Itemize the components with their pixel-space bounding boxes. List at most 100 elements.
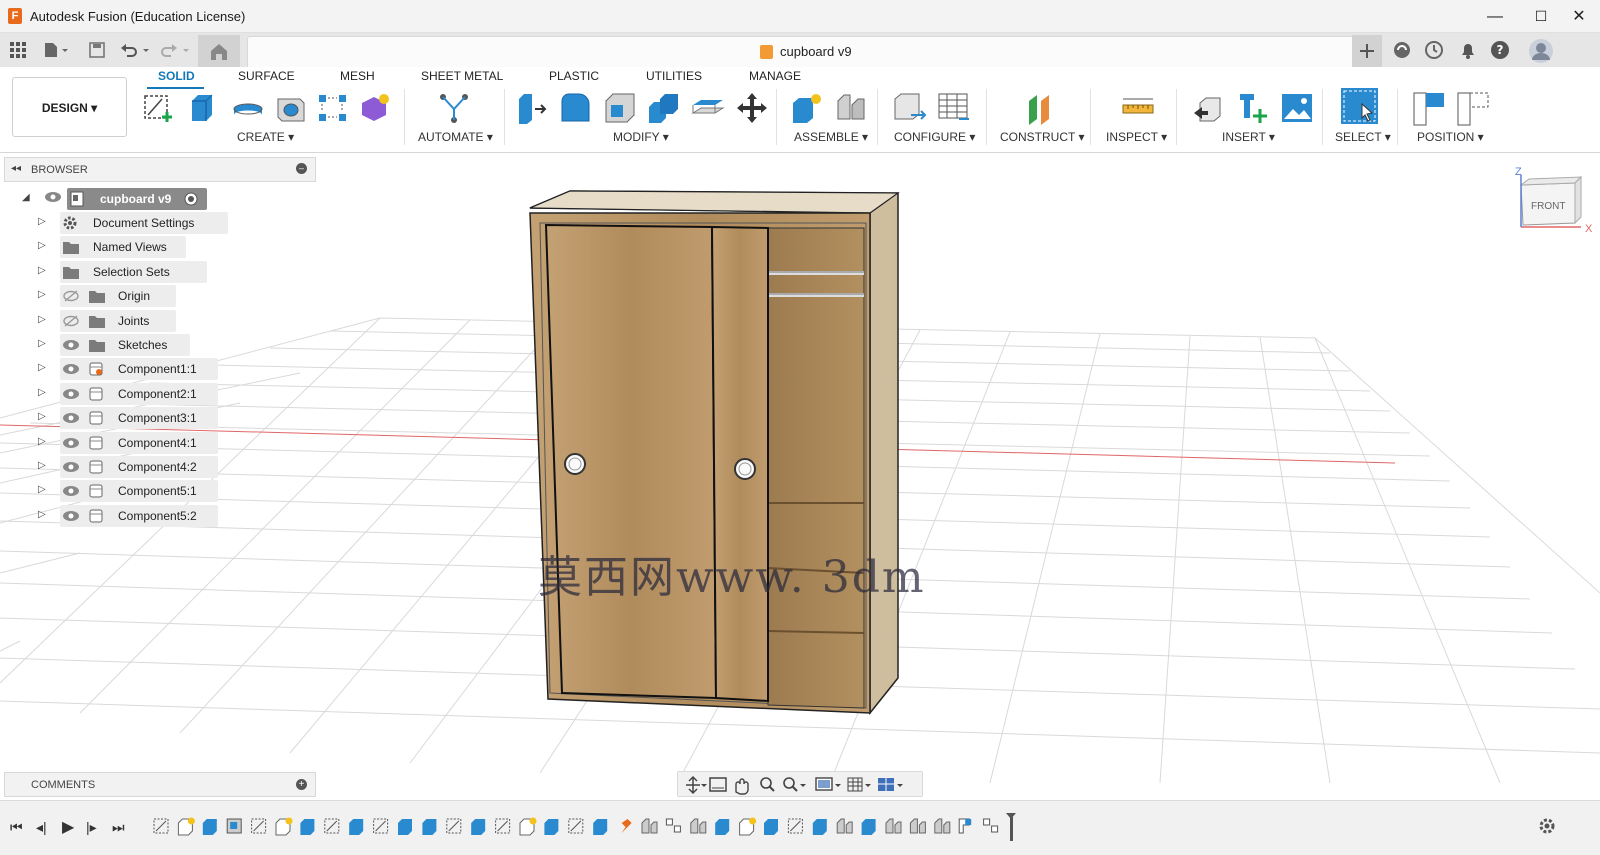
timeline-feature-component[interactable] [177, 817, 195, 836]
visibility-hidden-icon[interactable] [62, 314, 80, 331]
timeline-feature-sketch[interactable] [568, 818, 584, 834]
document-tab[interactable]: cupboard v9 ✕ [247, 36, 1379, 67]
save-icon[interactable] [89, 42, 105, 62]
timeline-settings-icon[interactable] [1538, 817, 1556, 840]
timeline-track[interactable] [150, 813, 1080, 841]
timeline-feature-pin[interactable] [621, 819, 632, 833]
timeline-feature-joint2[interactable] [665, 818, 681, 833]
add-comment-icon[interactable]: + [296, 779, 307, 790]
expand-triangle-icon[interactable]: ▷ [38, 216, 46, 227]
timeline-feature-component[interactable] [519, 817, 537, 836]
timeline-feature-extrude[interactable] [593, 819, 608, 835]
extensions-icon[interactable] [1390, 38, 1414, 62]
shell-icon[interactable] [603, 91, 635, 123]
timeline-feature-sketch[interactable] [373, 818, 389, 834]
collapse-triangle-icon[interactable]: ◢ [22, 192, 30, 203]
group-assemble[interactable]: ASSEMBLE ▾ [794, 130, 868, 144]
expand-triangle-icon[interactable]: ▷ [38, 314, 46, 325]
timeline-feature-sketch[interactable] [446, 818, 462, 834]
group-inspect[interactable]: INSPECT ▾ [1106, 130, 1167, 144]
viewcube-front-face[interactable]: FRONT [1531, 201, 1565, 212]
visibility-eye-icon[interactable] [62, 460, 80, 477]
timeline-feature-extrude[interactable] [861, 819, 876, 835]
timeline-feature-extrude[interactable] [349, 819, 364, 835]
pattern-icon[interactable] [316, 91, 348, 123]
timeline-feature-joint[interactable] [690, 818, 707, 834]
insert-derive-icon[interactable] [1192, 91, 1224, 123]
timeline-feature-component[interactable] [739, 817, 757, 836]
browser-node[interactable]: ▷ Component2:1 [38, 383, 238, 405]
browser-node[interactable]: ▷ Component5:1 [38, 480, 238, 502]
revert-position-icon[interactable] [1456, 91, 1489, 126]
timeline-feature-component[interactable] [275, 817, 293, 836]
tab-surface[interactable]: SURFACE [238, 69, 295, 83]
group-configure[interactable]: CONFIGURE ▾ [894, 130, 975, 144]
visibility-hidden-icon[interactable] [62, 289, 80, 306]
skip-start-icon[interactable]: ⏮ [10, 819, 23, 836]
tab-sheet-metal[interactable]: SHEET METAL [421, 69, 503, 83]
browser-node[interactable]: ▷ Component1:1 [38, 358, 238, 380]
visibility-eye-icon[interactable] [62, 387, 80, 404]
timeline-feature-extrude[interactable] [715, 819, 730, 835]
configuration-table-icon[interactable] [937, 91, 969, 123]
group-create[interactable]: CREATE ▾ [237, 130, 294, 144]
timeline-feature-extrude[interactable] [422, 819, 437, 835]
timeline-feature-sketch[interactable] [153, 818, 169, 834]
group-modify[interactable]: MODIFY ▾ [613, 130, 669, 144]
browser-minimize-icon[interactable]: – [296, 163, 307, 174]
timeline-feature-extrude[interactable] [398, 819, 412, 835]
timeline-feature-joint2[interactable] [983, 818, 999, 833]
browser-node[interactable]: ▷ Origin [38, 285, 238, 307]
offset-plane-icon[interactable] [1025, 91, 1057, 125]
extrude-icon[interactable] [186, 91, 218, 123]
insert-mcmaster-icon[interactable] [1236, 91, 1268, 123]
help-icon[interactable]: ? [1488, 38, 1512, 62]
hole-icon[interactable] [274, 91, 306, 123]
timeline-feature-plane[interactable] [958, 818, 972, 834]
job-status-icon[interactable] [1422, 38, 1446, 62]
step-back-icon[interactable]: ◂| [36, 819, 47, 836]
tab-utilities[interactable]: UTILITIES [646, 69, 702, 83]
expand-triangle-icon[interactable]: ▷ [38, 240, 46, 251]
timeline-feature-joint[interactable] [885, 818, 902, 834]
timeline-feature-joint[interactable] [836, 818, 853, 834]
expand-triangle-icon[interactable]: ▷ [38, 265, 46, 276]
expand-triangle-icon[interactable]: ▷ [38, 509, 46, 520]
visibility-eye-icon[interactable] [62, 411, 80, 428]
expand-triangle-icon[interactable]: ▷ [38, 436, 46, 447]
joint-icon[interactable] [834, 91, 866, 123]
timeline-feature-extrude[interactable] [471, 819, 486, 835]
timeline-feature-extrude[interactable] [812, 819, 827, 835]
timeline-feature-extrude[interactable] [764, 819, 778, 835]
measure-icon[interactable] [1121, 91, 1154, 123]
expand-triangle-icon[interactable]: ▷ [38, 387, 46, 398]
move-copy-icon[interactable] [735, 91, 767, 123]
play-icon[interactable]: ▶ [62, 817, 74, 837]
browser-panel-header[interactable]: ◂◂ BROWSER – [4, 157, 316, 182]
visibility-eye-icon[interactable] [62, 436, 80, 453]
browser-node[interactable]: ▷ Document Settings [38, 212, 238, 234]
group-position[interactable]: POSITION ▾ [1417, 130, 1484, 144]
viewcube[interactable]: Z X FRONT [1515, 166, 1595, 247]
combine-icon[interactable] [647, 91, 679, 123]
grid-apps-icon[interactable] [10, 42, 26, 62]
tab-solid[interactable]: SOLID [158, 69, 195, 83]
browser-node[interactable]: ▷ Component4:1 [38, 432, 238, 454]
visibility-eye-icon[interactable] [62, 362, 80, 379]
timeline-feature-box[interactable] [226, 818, 242, 834]
timeline-feature-sketch[interactable] [495, 818, 511, 834]
close-icon[interactable]: ✕ [1556, 0, 1600, 33]
visibility-eye-icon[interactable] [62, 338, 80, 355]
expand-triangle-icon[interactable]: ▷ [38, 338, 46, 349]
undo-icon[interactable] [120, 42, 152, 62]
3d-canvas[interactable]: 莫西网www. 3dm [0, 153, 1600, 793]
expand-triangle-icon[interactable]: ▷ [38, 362, 46, 373]
timeline-feature-joint[interactable] [641, 818, 658, 834]
timeline-feature-sketch[interactable] [251, 818, 267, 834]
step-forward-icon[interactable]: |▸ [86, 819, 97, 836]
timeline-feature-sketch[interactable] [787, 818, 803, 834]
tab-plastic[interactable]: PLASTIC [549, 69, 599, 83]
automate-icon[interactable] [437, 91, 469, 123]
visibility-eye-icon[interactable] [44, 190, 62, 207]
visibility-eye-icon[interactable] [62, 509, 80, 526]
